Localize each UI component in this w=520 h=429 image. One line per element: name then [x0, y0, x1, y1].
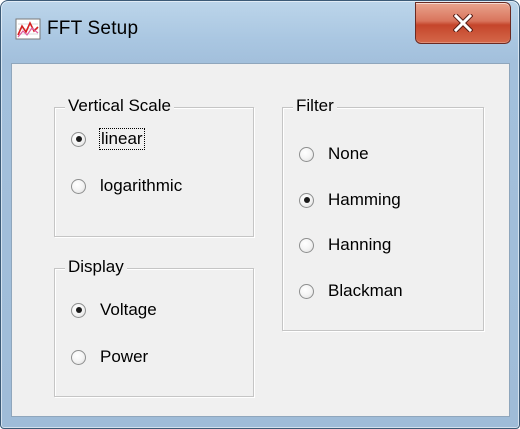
radio-power[interactable]: Power: [71, 345, 148, 369]
vertical-scale-group: Vertical Scale linear logarithmic: [54, 95, 254, 237]
radio-power-indicator[interactable]: [71, 349, 86, 365]
radio-none[interactable]: None: [299, 142, 369, 166]
radio-none-label[interactable]: None: [328, 144, 369, 164]
close-button[interactable]: [415, 2, 511, 44]
radio-blackman-label[interactable]: Blackman: [328, 281, 403, 301]
fft-setup-window: FFT Setup Vertical Scale linear logarith…: [0, 0, 520, 429]
title-bar[interactable]: FFT Setup: [1, 1, 519, 55]
radio-hanning-indicator[interactable]: [299, 237, 314, 253]
filter-group: Filter None Hamming Hanning Blackman: [282, 95, 484, 331]
radio-hamming-indicator[interactable]: [299, 192, 314, 208]
radio-voltage-label[interactable]: Voltage: [100, 300, 157, 320]
window-title: FFT Setup: [47, 18, 139, 39]
filter-legend: Filter: [293, 95, 337, 117]
radio-linear-indicator[interactable]: [71, 131, 86, 147]
radio-hamming-label[interactable]: Hamming: [328, 190, 401, 210]
radio-voltage-indicator[interactable]: [71, 302, 86, 318]
close-x-icon: [453, 14, 473, 32]
radio-blackman-indicator[interactable]: [299, 283, 314, 299]
vertical-scale-legend: Vertical Scale: [65, 95, 174, 117]
dialog-client-area: Vertical Scale linear logarithmic Displa…: [11, 63, 510, 417]
radio-voltage[interactable]: Voltage: [71, 298, 157, 322]
radio-logarithmic-indicator[interactable]: [71, 178, 86, 194]
display-group: Display Voltage Power: [54, 256, 254, 397]
radio-hamming[interactable]: Hamming: [299, 188, 401, 212]
radio-logarithmic[interactable]: logarithmic: [71, 174, 182, 198]
radio-power-label[interactable]: Power: [100, 347, 148, 367]
radio-linear[interactable]: linear: [71, 127, 145, 151]
radio-hanning[interactable]: Hanning: [299, 233, 391, 257]
radio-logarithmic-label[interactable]: logarithmic: [100, 176, 182, 196]
radio-hanning-label[interactable]: Hanning: [328, 235, 391, 255]
chart-icon: [15, 18, 41, 40]
radio-none-indicator[interactable]: [299, 146, 314, 162]
radio-blackman[interactable]: Blackman: [299, 279, 403, 303]
radio-linear-label[interactable]: linear: [99, 128, 145, 150]
display-legend: Display: [65, 256, 127, 278]
